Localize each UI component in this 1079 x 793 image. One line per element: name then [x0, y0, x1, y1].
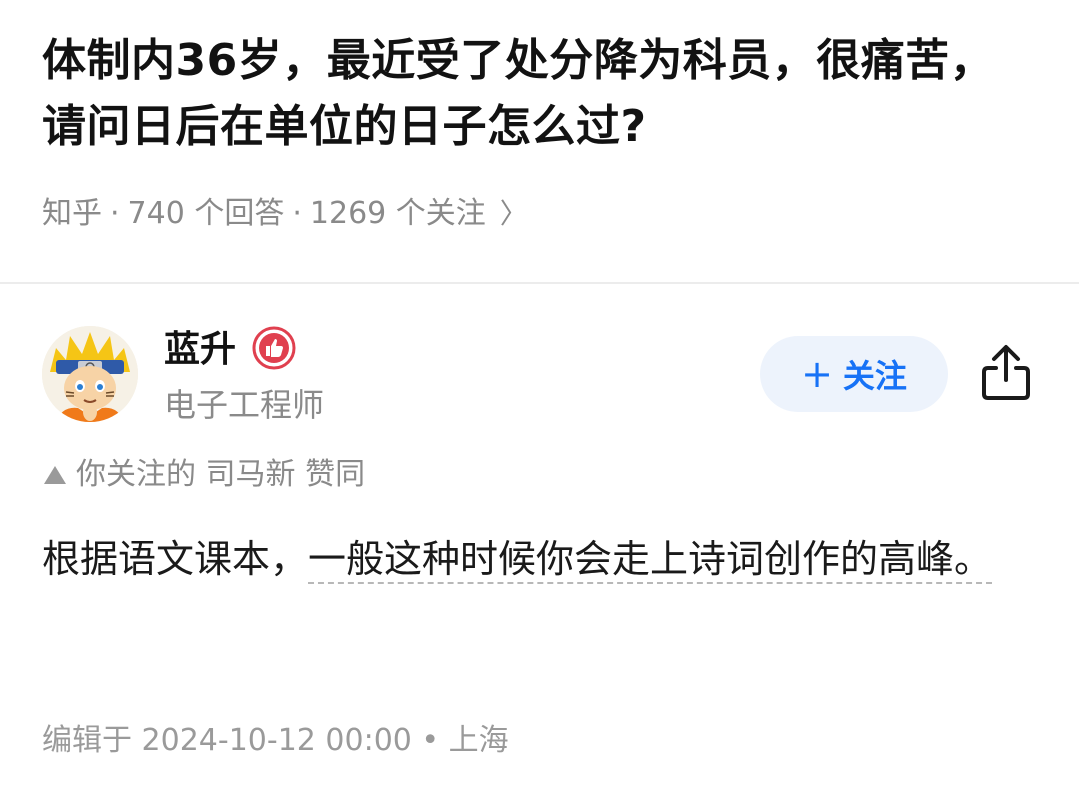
avatar-naruto [42, 326, 138, 422]
footer-dot: • [421, 723, 440, 758]
plus-icon: + [801, 352, 833, 396]
social-proof-text: 你关注的 司马新 赞同 [76, 457, 366, 492]
author-title: 电子工程师 [164, 386, 325, 424]
edit-info: 编辑于 2024-10-12 00:00 • 上海 [42, 718, 509, 764]
edit-location: 上海 [448, 723, 509, 758]
follow-label: 关注 [842, 357, 907, 395]
source-label: 知乎 [42, 196, 102, 231]
follower-count: 1269 个关注 [309, 196, 486, 231]
answer-content[interactable]: 根据语文课本，一般这种时候你会走上诗词创作的高峰。 [42, 524, 1032, 594]
answer-text: 根据语文课本， [42, 537, 309, 581]
answer-count: 740 个回答 [127, 196, 285, 231]
meta-separator: · [292, 196, 302, 231]
question-meta[interactable]: 知乎 · 740 个回答 · 1269 个关注 〉 [42, 192, 528, 236]
avatar[interactable] [42, 326, 138, 422]
follow-button[interactable]: + 关注 [760, 336, 948, 412]
edit-time: 编辑于 2024-10-12 00:00 [42, 723, 412, 758]
chevron-right-icon: 〉 [499, 197, 528, 230]
social-proof[interactable]: 你关注的 司马新 赞同 [42, 452, 365, 498]
answer-highlight[interactable]: 一般这种时候你会走上诗词创作的高峰。 [308, 537, 992, 581]
author-name[interactable]: 蓝升 [164, 324, 236, 376]
share-button[interactable] [978, 342, 1034, 404]
question-title[interactable]: 体制内36岁，最近受了处分降为科员，很痛苦，请问日后在单位的日子怎么过? [42, 28, 1032, 160]
meta-separator: · [110, 196, 120, 231]
divider [0, 282, 1079, 284]
thumbs-up-badge-icon [252, 326, 296, 370]
upvote-triangle-icon [44, 466, 66, 484]
share-icon [982, 345, 1030, 400]
